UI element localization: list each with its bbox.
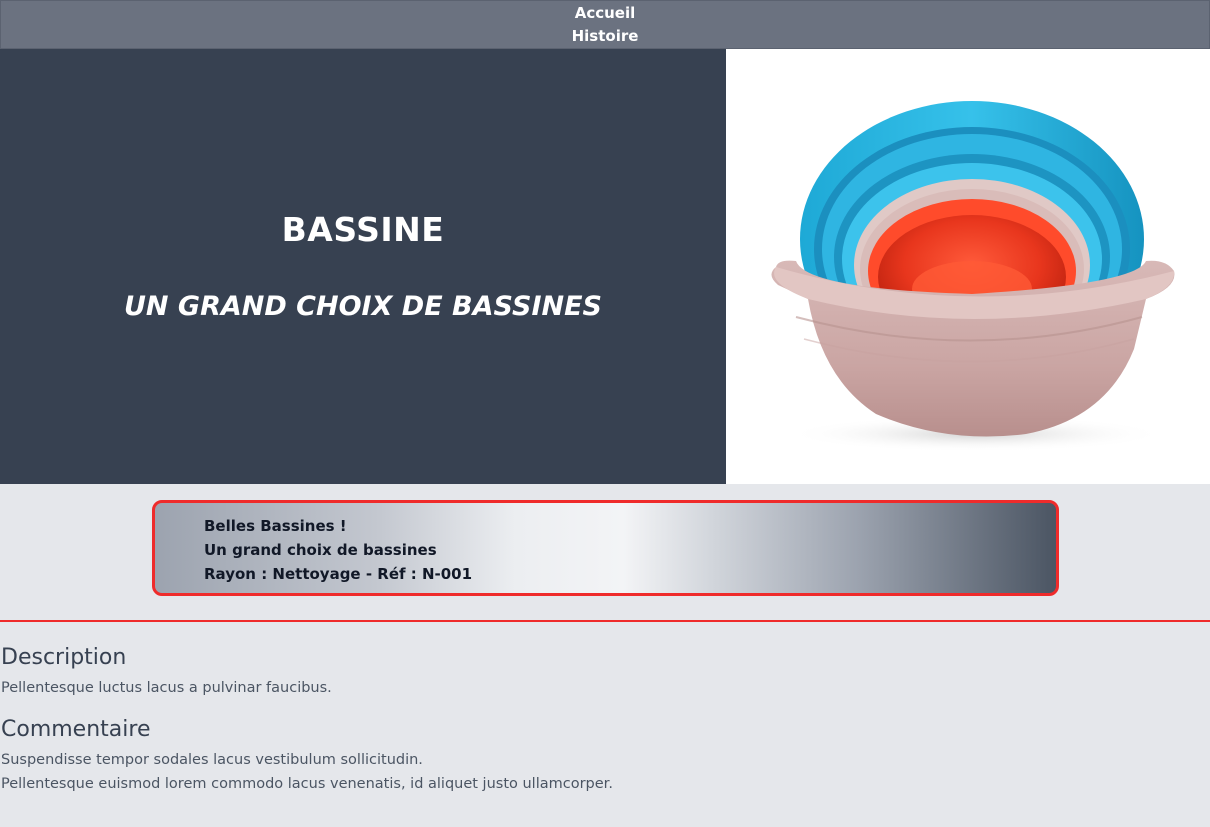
product-banner: Belles Bassines ! Un grand choix de bass… bbox=[152, 500, 1059, 596]
banner-description: Un grand choix de bassines bbox=[204, 541, 437, 559]
comment-text-line2: Pellentesque euismod lorem commodo lacus… bbox=[1, 776, 613, 792]
hero-image bbox=[726, 49, 1210, 484]
comment-text-line1: Suspendisse tempor sodales lacus vestibu… bbox=[1, 752, 423, 768]
hero-title: BASSINE bbox=[281, 209, 445, 249]
top-nav: Accueil Histoire bbox=[0, 0, 1210, 49]
description-text: Pellentesque luctus lacus a pulvinar fau… bbox=[1, 680, 332, 696]
hero-text-panel: BASSINE UN GRAND CHOIX DE BASSINES bbox=[0, 49, 726, 484]
nav-link-histoire[interactable]: Histoire bbox=[572, 25, 639, 48]
main-content: Description Pellentesque luctus lacus a … bbox=[1, 640, 1201, 796]
comment-heading: Commentaire bbox=[1, 717, 151, 742]
basin-stack-photo bbox=[771, 101, 1175, 452]
banner-tagline: Belles Bassines ! bbox=[204, 517, 347, 535]
hero-subtitle: UN GRAND CHOIX DE BASSINES bbox=[124, 290, 602, 322]
hero-section: BASSINE UN GRAND CHOIX DE BASSINES bbox=[0, 49, 1210, 484]
nav-link-accueil[interactable]: Accueil bbox=[575, 2, 636, 25]
banner-reference: Rayon : Nettoyage - Réf : N-001 bbox=[204, 565, 473, 583]
section-divider bbox=[0, 620, 1210, 622]
description-heading: Description bbox=[1, 645, 127, 670]
